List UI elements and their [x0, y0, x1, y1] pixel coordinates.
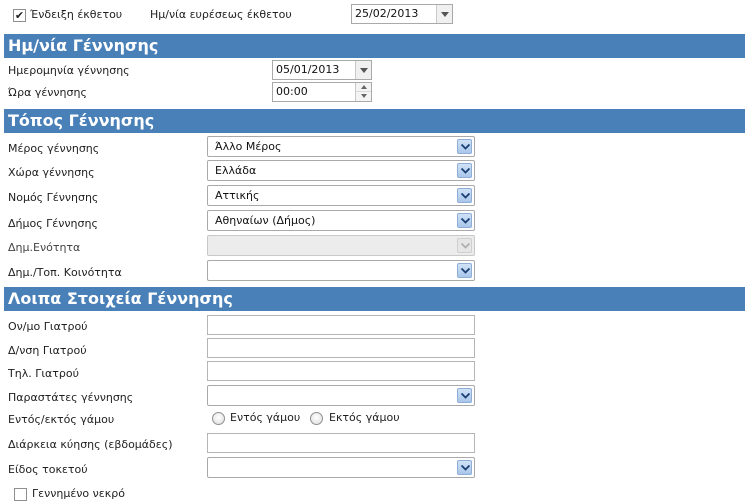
municipality-dropdown[interactable]: Αθηναίων (Δήμος) [207, 210, 475, 231]
chevron-down-icon [457, 460, 472, 475]
exposed-checkbox-label: Ένδειξη έκθετου [30, 8, 123, 21]
marriage-out-label: Εκτός γάμου [329, 411, 400, 424]
delivery-type-dropdown[interactable] [207, 457, 475, 478]
caret-down-icon [360, 68, 368, 73]
community-label: Δημ./Τοπ. Κοινότητα [8, 266, 122, 279]
marriage-label: Εντός/εκτός γάμου [8, 413, 115, 426]
section-birth-date: Ημ/νία Γέννησης [4, 34, 745, 58]
delivery-type-label: Είδος τοκετού [8, 463, 88, 476]
doctor-name-field[interactable] [207, 315, 475, 335]
prefecture-value: Αττικής [215, 189, 260, 202]
doctor-phone-label: Τηλ. Γιατρού [8, 367, 79, 380]
chevron-down-icon [457, 213, 472, 228]
country-label: Χώρα γέννησης [8, 166, 95, 179]
found-date-label: Ημ/νία ευρέσεως έκθετου [150, 8, 292, 21]
found-date-dropdown-button[interactable] [436, 5, 452, 23]
birth-time-label: Ώρα γέννησης [8, 86, 87, 99]
chevron-down-icon [457, 263, 472, 278]
marriage-out-radio[interactable] [310, 412, 323, 425]
caret-down-icon [441, 12, 449, 17]
birth-date-picker[interactable]: 05/01/2013 [272, 60, 372, 80]
chevron-down-icon [457, 188, 472, 203]
doctor-name-label: Ον/μο Γιατρού [8, 320, 88, 333]
prefecture-dropdown[interactable]: Αττικής [207, 185, 475, 206]
stillborn-label: Γεννημένο νεκρό [32, 487, 125, 500]
attendants-label: Παραστάτες γέννησης [8, 391, 134, 404]
section-other-details: Λοιπα Στοιχεία Γέννησης [4, 287, 745, 311]
section-birth-place: Τόπος Γέννησης [4, 109, 745, 133]
municipal-unit-dropdown [207, 235, 475, 256]
pregnancy-duration-field[interactable] [207, 433, 475, 453]
municipality-value: Αθηναίων (Δήμος) [215, 214, 316, 227]
birth-time-value: 00:00 [276, 85, 308, 98]
caret-up-icon [361, 85, 367, 89]
checkmark-icon: ✔ [14, 9, 25, 22]
birth-place-value: Άλλο Μέρος [215, 140, 282, 153]
birth-place-label: Μέρος γέννησης [8, 142, 100, 155]
chevron-down-icon [457, 238, 472, 253]
country-value: Ελλάδα [215, 164, 257, 177]
found-date-picker[interactable]: 25/02/2013 [351, 4, 453, 24]
found-date-value: 25/02/2013 [355, 7, 419, 20]
doctor-address-label: Δ/νση Γιατρού [8, 344, 87, 357]
spin-up-button[interactable] [355, 83, 371, 92]
community-dropdown[interactable] [207, 260, 475, 281]
attendants-dropdown[interactable] [207, 385, 475, 406]
prefecture-label: Νομός Γέννησης [8, 191, 99, 204]
spin-down-button[interactable] [355, 92, 371, 101]
pregnancy-duration-label: Διάρκεια κύησης (εβδομάδες) [8, 438, 173, 451]
doctor-phone-field[interactable] [207, 361, 475, 381]
birth-date-label: Ημερομηνία γέννησης [8, 64, 130, 77]
chevron-down-icon [457, 139, 472, 154]
marriage-in-label: Εντός γάμου [230, 411, 301, 424]
marriage-in-radio[interactable] [212, 412, 225, 425]
birth-date-dropdown-button[interactable] [355, 61, 371, 79]
chevron-down-icon [457, 163, 472, 178]
chevron-down-icon [457, 388, 472, 403]
birth-date-value: 05/01/2013 [276, 63, 340, 76]
exposed-checkbox[interactable]: ✔ [13, 9, 26, 22]
municipal-unit-label: Δημ.Ενότητα [8, 241, 81, 254]
stillborn-checkbox[interactable] [14, 488, 27, 501]
caret-down-icon [361, 94, 367, 98]
birth-time-spinner[interactable]: 00:00 [272, 82, 372, 102]
doctor-address-field[interactable] [207, 338, 475, 358]
municipality-label: Δήμος Γέννησης [8, 217, 98, 230]
birth-place-dropdown[interactable]: Άλλο Μέρος [207, 136, 475, 157]
country-dropdown[interactable]: Ελλάδα [207, 160, 475, 181]
